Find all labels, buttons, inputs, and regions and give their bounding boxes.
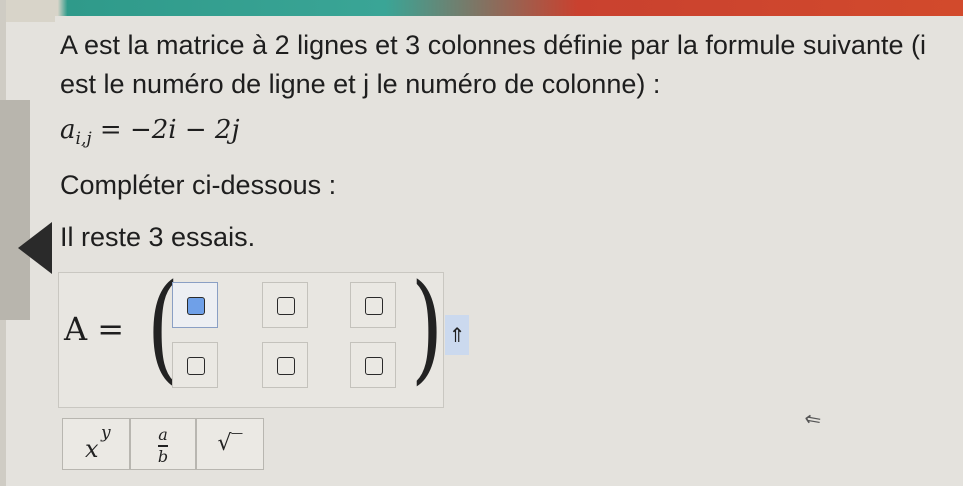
formula: ai,j = −2i − 2j — [60, 115, 240, 149]
prev-arrow-icon[interactable] — [18, 222, 52, 274]
instruction: Compléter ci-dessous : — [60, 170, 337, 200]
matrix-cell-1-2[interactable] — [262, 282, 308, 328]
power-exponent: y — [101, 423, 111, 443]
left-panel — [0, 100, 30, 320]
sqrt-button[interactable]: √‾ — [196, 418, 264, 470]
matrix-label: A = — [64, 310, 125, 348]
right-parenthesis: ) — [410, 258, 444, 396]
formula-lhs: a — [60, 115, 76, 145]
matrix-cell-2-3[interactable] — [350, 342, 396, 388]
intro-line-2: est le numéro de ligne et j le numéro de… — [60, 69, 661, 99]
power-button[interactable]: x y — [62, 418, 130, 470]
fraction-numerator: a — [158, 425, 168, 444]
matrix-cell-2-2[interactable] — [262, 342, 308, 388]
matrix-cell-2-1[interactable] — [172, 342, 218, 388]
formula-rhs: = −2i − 2j — [99, 115, 240, 145]
power-base: x — [85, 435, 99, 463]
formula-subscript: i,j — [75, 129, 92, 150]
attempts-remaining: Il reste 3 essais. — [60, 222, 256, 252]
fraction-button[interactable]: a b — [130, 418, 196, 470]
matrix-cell-1-1[interactable] — [172, 282, 218, 328]
fraction-denominator: b — [157, 447, 169, 466]
submit-button[interactable]: ⇑ — [445, 315, 469, 355]
header-strip — [0, 0, 963, 22]
matrix-cell-1-3[interactable] — [350, 282, 396, 328]
intro-line-1: A est la matrice à 2 lignes et 3 colonne… — [60, 30, 926, 60]
sqrt-icon: √‾ — [217, 431, 243, 456]
mouse-cursor-icon: ⇖ — [798, 404, 827, 434]
